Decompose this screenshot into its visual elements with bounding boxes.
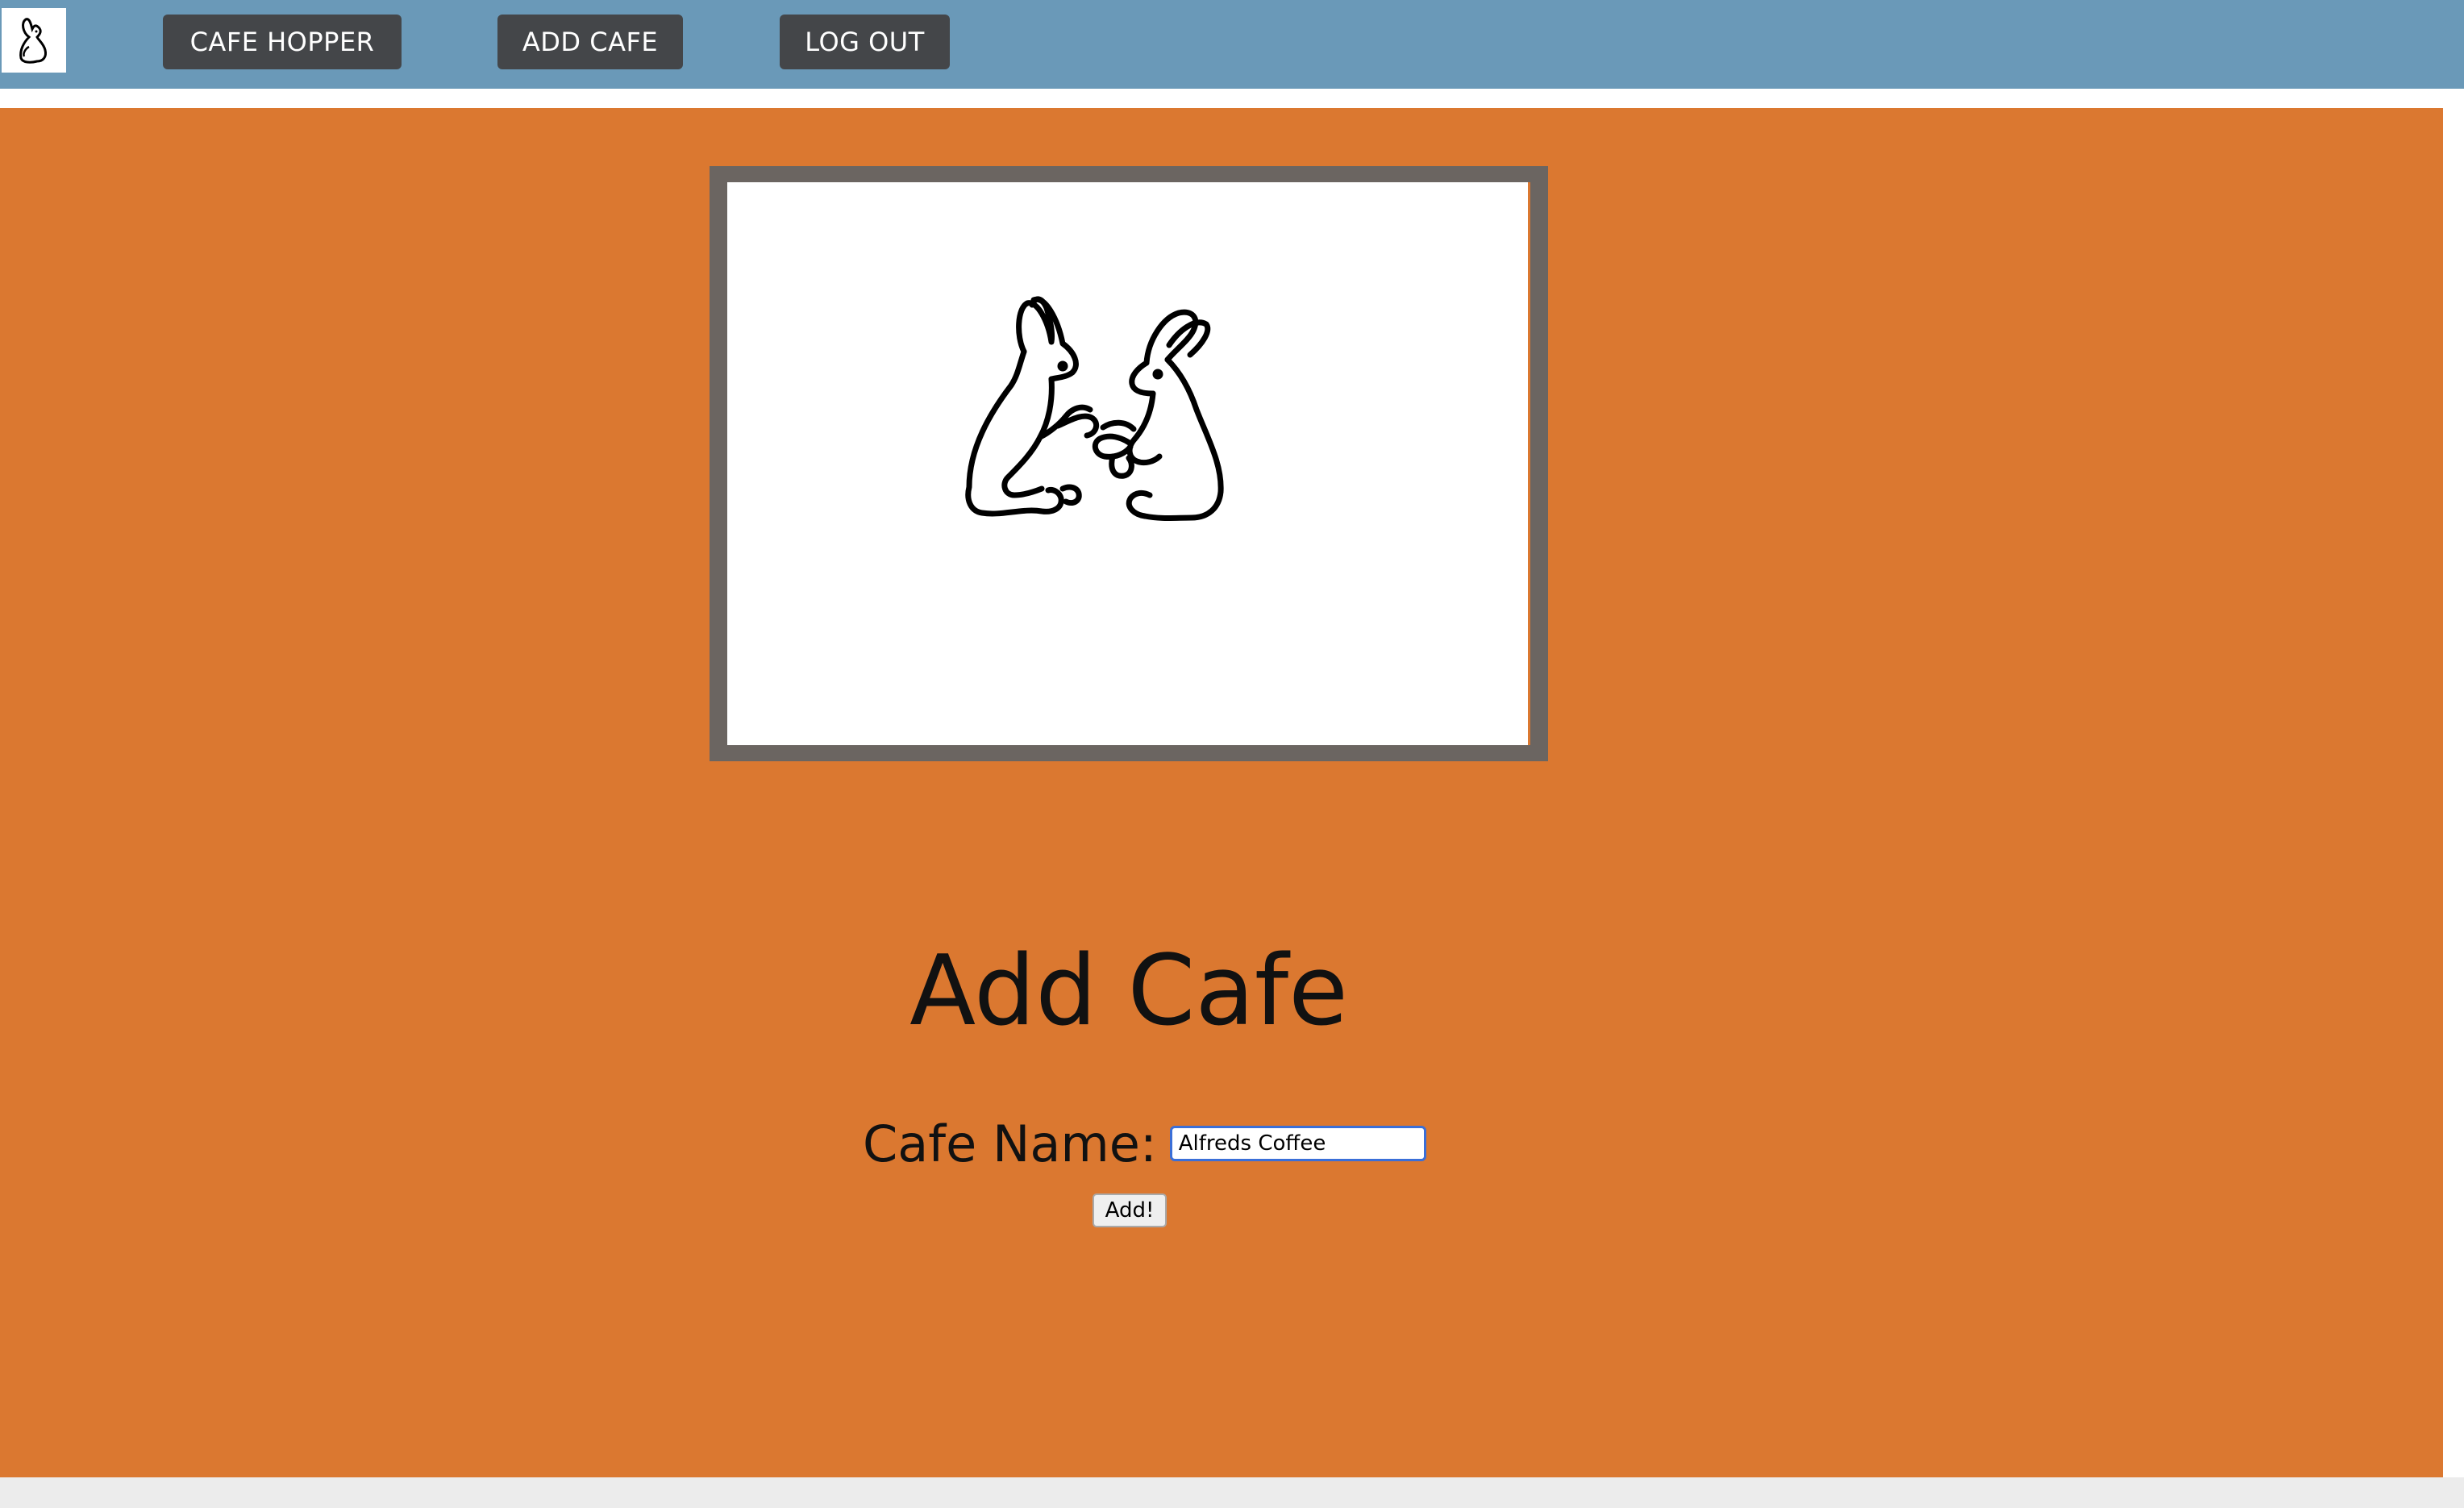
hero-image — [727, 182, 1530, 745]
two-rabbits-icon — [965, 296, 1224, 521]
cafe-name-label: Cafe Name: — [863, 1114, 1157, 1173]
nav-cafe-hopper-button[interactable]: CAFE HOPPER — [163, 15, 402, 69]
rabbit-logo-icon[interactable] — [2, 8, 66, 73]
right-margin — [2443, 89, 2464, 1477]
cafe-name-row: Cafe Name: — [863, 1111, 1426, 1176]
rabbit-logo-svg — [19, 18, 47, 64]
page-title: Add Cafe — [909, 935, 1348, 1048]
top-navbar: CAFE HOPPER ADD CAFE LOG OUT — [0, 0, 2464, 89]
nav-log-out-button[interactable]: LOG OUT — [780, 15, 950, 69]
bottom-bar — [0, 1477, 2464, 1508]
add-button[interactable]: Add! — [1093, 1193, 1167, 1227]
nav-add-cafe-button[interactable]: ADD CAFE — [497, 15, 683, 69]
hero-image-frame — [710, 166, 1548, 761]
cafe-name-input[interactable] — [1169, 1126, 1426, 1161]
